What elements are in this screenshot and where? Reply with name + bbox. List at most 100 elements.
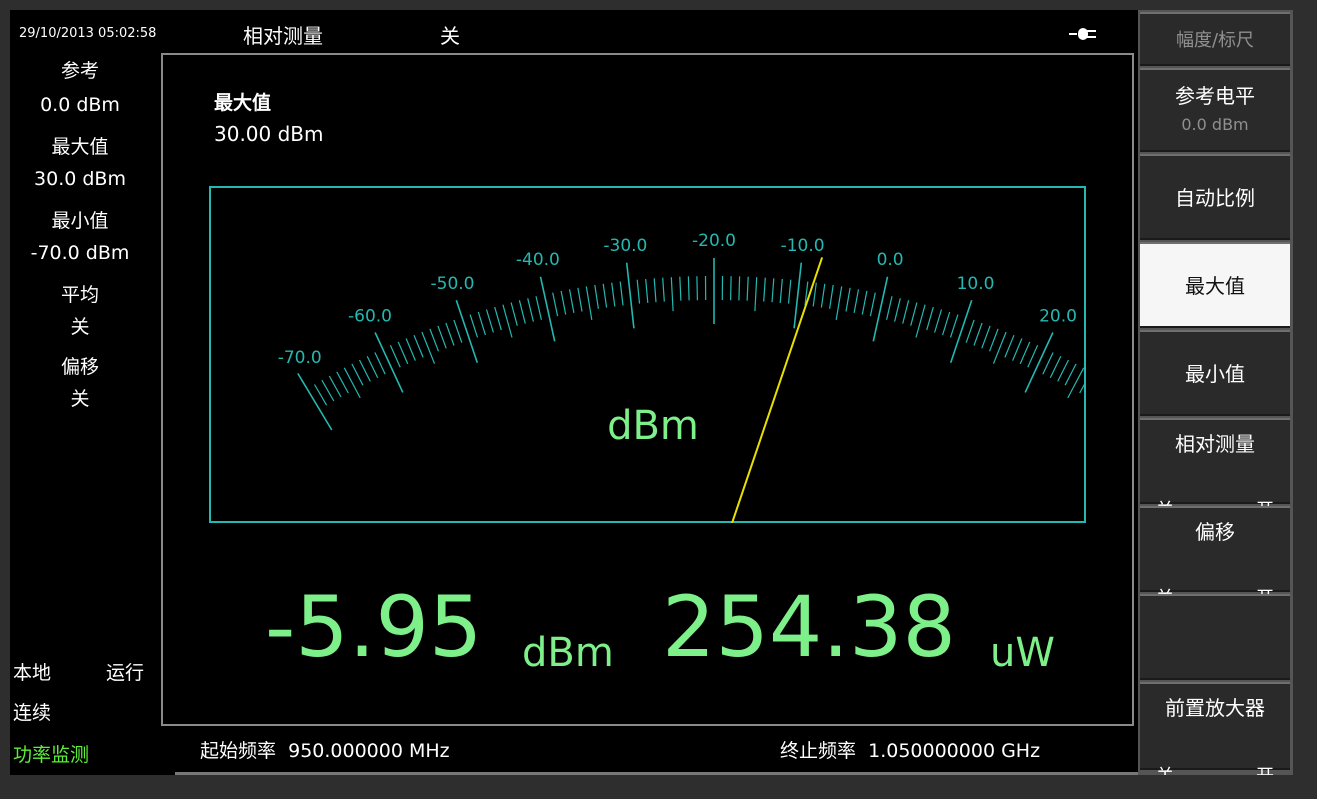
meter-tick-label: 0.0: [877, 250, 904, 270]
meter-minor-tick: [611, 282, 616, 307]
meter-major-tick: [625, 262, 635, 329]
meter-minor-tick: [1057, 359, 1070, 382]
softkey-reference-level[interactable]: 参考电平 0.0 dBm: [1140, 68, 1290, 152]
stop-frequency-label: 终止频率: [780, 740, 857, 762]
meter-minor-tick: [518, 300, 526, 324]
meter-minor-tick: [1049, 355, 1062, 379]
meter-minor-tick: [670, 277, 674, 312]
start-frequency-value: 950.000000 MHz: [288, 740, 450, 762]
meter-minor-tick: [853, 289, 860, 314]
softkey-preamp-label: 前置放大器: [1165, 696, 1265, 720]
run-status: 运行: [106, 662, 145, 684]
meter-tick-label: -20.0: [692, 231, 736, 251]
datetime: 29/10/2013 05:02:58: [19, 26, 157, 41]
meter-minor-tick: [429, 328, 440, 352]
meter-minor-tick: [942, 311, 951, 336]
softkey-preamp[interactable]: 前置放大器 关 开: [1140, 682, 1290, 775]
meter-tick-label: -50.0: [431, 274, 475, 294]
meter-minor-tick: [645, 278, 649, 303]
meter-minor-tick: [485, 309, 494, 333]
meter-minor-tick: [981, 325, 991, 349]
meter-minor-tick: [343, 367, 361, 399]
meter-minor-tick: [568, 289, 575, 314]
softkey-min[interactable]: 最小值: [1140, 330, 1290, 416]
relative-mode-state: 关: [440, 24, 460, 48]
meter-minor-tick: [902, 300, 910, 324]
meter-minor-tick: [949, 314, 959, 338]
meter-minor-tick: [730, 276, 732, 301]
stop-frequency-value: 1.050000000 GHz: [868, 740, 1041, 762]
meter-minor-tick: [835, 286, 843, 320]
meter-minor-tick: [321, 379, 335, 402]
meter-minor-tick: [787, 279, 792, 304]
meter-minor-tick: [1042, 352, 1054, 375]
meter-minor-tick: [926, 306, 934, 331]
relative-mode-label: 相对测量: [243, 24, 323, 48]
meter-minor-tick: [445, 322, 455, 346]
meter-major-tick: [949, 299, 973, 364]
meter-minor-tick: [494, 306, 502, 331]
meter-minor-tick: [763, 277, 766, 302]
meter-minor-tick: [328, 375, 342, 398]
power-monitor-mode: 功率监测: [13, 744, 90, 766]
meter-minor-tick: [679, 276, 682, 301]
meter-minor-tick: [585, 286, 593, 320]
meter-minor-tick: [829, 284, 834, 309]
meter-tick-label: -60.0: [348, 307, 392, 327]
meter-minor-tick: [594, 284, 599, 309]
meter-minor-tick: [577, 287, 583, 312]
meter-minor-tick: [687, 276, 690, 301]
max-value: 30.0 dBm: [34, 168, 126, 190]
softkey-panel: 幅度/标尺 参考电平 0.0 dBm 自动比例 最大值 最小值 相对测量 关 开…: [1138, 10, 1293, 775]
start-frequency: 起始频率 950.000000 MHz: [200, 736, 450, 763]
meter-minor-tick: [812, 282, 817, 307]
softkey-reference-level-label: 参考电平: [1175, 84, 1255, 108]
meter-minor-tick: [915, 304, 926, 338]
meter-minor-tick: [1079, 380, 1086, 394]
preamp-on-option[interactable]: 开: [1256, 762, 1274, 775]
softkey-max[interactable]: 最大值: [1140, 242, 1290, 328]
local-status: 本地: [13, 662, 52, 684]
softkey-offset[interactable]: 偏移 关 开: [1140, 506, 1290, 609]
meter-minor-tick: [502, 304, 513, 338]
ref-label: 参考: [60, 60, 99, 82]
meter-tick-label: 20.0: [1039, 307, 1077, 327]
meter-minor-tick: [934, 309, 943, 333]
analog-meter: -70.0 -60.0 -50.0 -40.0 -30.0 -20.0 -10.0 0.0 10…: [278, 231, 1086, 523]
softkey-amplitude-scale[interactable]: 幅度/标尺: [1140, 12, 1290, 66]
meter-minor-tick: [1019, 341, 1031, 365]
preamp-off-option[interactable]: 关: [1156, 762, 1174, 775]
meter-minor-tick: [437, 325, 447, 349]
meter-minor-tick: [358, 359, 371, 382]
analyzer-screen: 29/10/2013 05:02:58 相对测量 关 参考 0.0 dBm 最大…: [10, 10, 1293, 775]
meter-tick-label: -40.0: [516, 250, 560, 270]
meter-minor-tick: [527, 298, 534, 322]
meter-minor-tick: [397, 341, 409, 365]
meter-minor-tick: [973, 322, 983, 346]
min-label: 最小值: [51, 210, 109, 232]
meter-minor-tick: [653, 278, 657, 303]
softkey-blank[interactable]: [1140, 594, 1290, 680]
meter-minor-tick: [894, 298, 901, 322]
avg-state: 关: [70, 316, 90, 338]
start-frequency-label: 起始频率: [200, 740, 277, 762]
meter-minor-tick: [619, 281, 624, 306]
power-reading-uw: 254.38: [662, 578, 956, 676]
softkey-relative-measure-label: 相对测量: [1175, 432, 1255, 456]
meter-minor-tick: [886, 296, 893, 320]
softkey-auto-scale[interactable]: 自动比例: [1140, 154, 1290, 240]
meter-minor-tick: [696, 276, 698, 301]
offset-state: 关: [70, 388, 90, 410]
meter-tick-labels: -70.0 -60.0 -50.0 -40.0 -30.0 -20.0 -10.0 0.0 10…: [278, 231, 1077, 368]
meter-unit-label: dBm: [607, 403, 699, 449]
meter-minor-tick: [552, 292, 559, 317]
meter-minor-tick: [746, 276, 749, 301]
meter-minor-tick: [845, 287, 851, 312]
meter-minor-tick: [602, 283, 608, 308]
meter-major-tick: [539, 276, 556, 342]
instrument-status: 本地 运行 连续 功率监测: [10, 658, 160, 768]
meter-tick-label: -30.0: [603, 236, 647, 256]
meter-minor-tick: [738, 276, 741, 301]
softkey-relative-measure[interactable]: 相对测量 关 开: [1140, 418, 1290, 521]
max-title: 最大值: [214, 92, 272, 114]
